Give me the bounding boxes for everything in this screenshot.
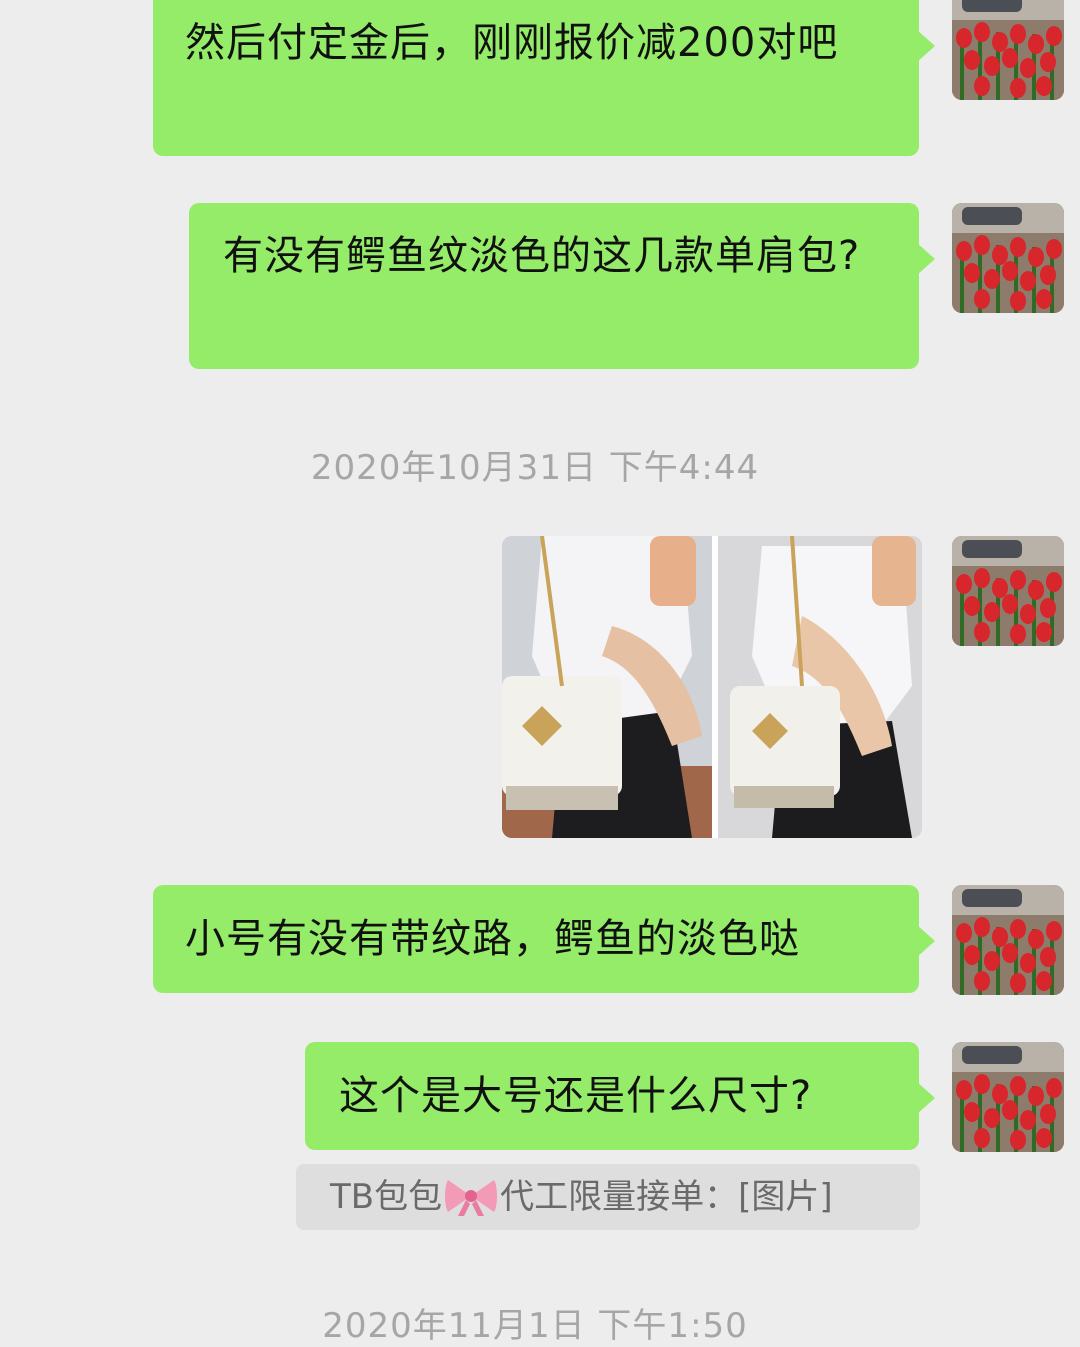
message-text: 小号有没有带纹路，鳄鱼的淡色哒 (185, 916, 800, 962)
pink-bow-icon (445, 1179, 498, 1216)
quoted-reply[interactable]: TB包包 代工限量接单：[图片] (296, 1164, 920, 1230)
message-text: 这个是大号还是什么尺寸? (339, 1073, 813, 1119)
red-tulips-avatar-icon (952, 885, 1064, 995)
avatar[interactable] (952, 536, 1064, 646)
red-tulips-avatar-icon (952, 203, 1064, 313)
message-text: 然后付定金后，刚刚报价减200对吧 (185, 20, 839, 66)
quote-sender-suffix: 代工限量接单： (500, 1177, 739, 1217)
image-message[interactable] (502, 536, 922, 838)
message-bubble[interactable]: 小号有没有带纹路，鳄鱼的淡色哒 (153, 885, 935, 993)
message-bubble[interactable]: 这个是大号还是什么尺寸? (305, 1042, 935, 1150)
avatar[interactable] (952, 0, 1064, 100)
avatar[interactable] (952, 1042, 1064, 1152)
message-text: 有没有鳄鱼纹淡色的这几款单肩包? (223, 233, 861, 279)
timestamp: 2020年10月31日 下午4:44 (310, 448, 760, 488)
avatar[interactable] (952, 203, 1064, 313)
red-tulips-avatar-icon (952, 1042, 1064, 1152)
quote-content: [图片] (738, 1177, 833, 1217)
message-bubble[interactable]: 有没有鳄鱼纹淡色的这几款单肩包? (189, 203, 935, 369)
message-bubble[interactable]: 然后付定金后，刚刚报价减200对吧 (153, 0, 935, 156)
red-tulips-avatar-icon (952, 536, 1064, 646)
bag-photo-image (502, 536, 922, 838)
avatar[interactable] (952, 885, 1064, 995)
chat-window: 然后付定金后，刚刚报价减200对吧 有没有鳄鱼纹淡色的这几款单肩包? 2020年… (0, 0, 1080, 1346)
timestamp: 2020年11月1日 下午1:50 (322, 1306, 748, 1346)
red-tulips-avatar-icon (952, 0, 1064, 100)
quote-sender: TB包包 (330, 1177, 443, 1217)
